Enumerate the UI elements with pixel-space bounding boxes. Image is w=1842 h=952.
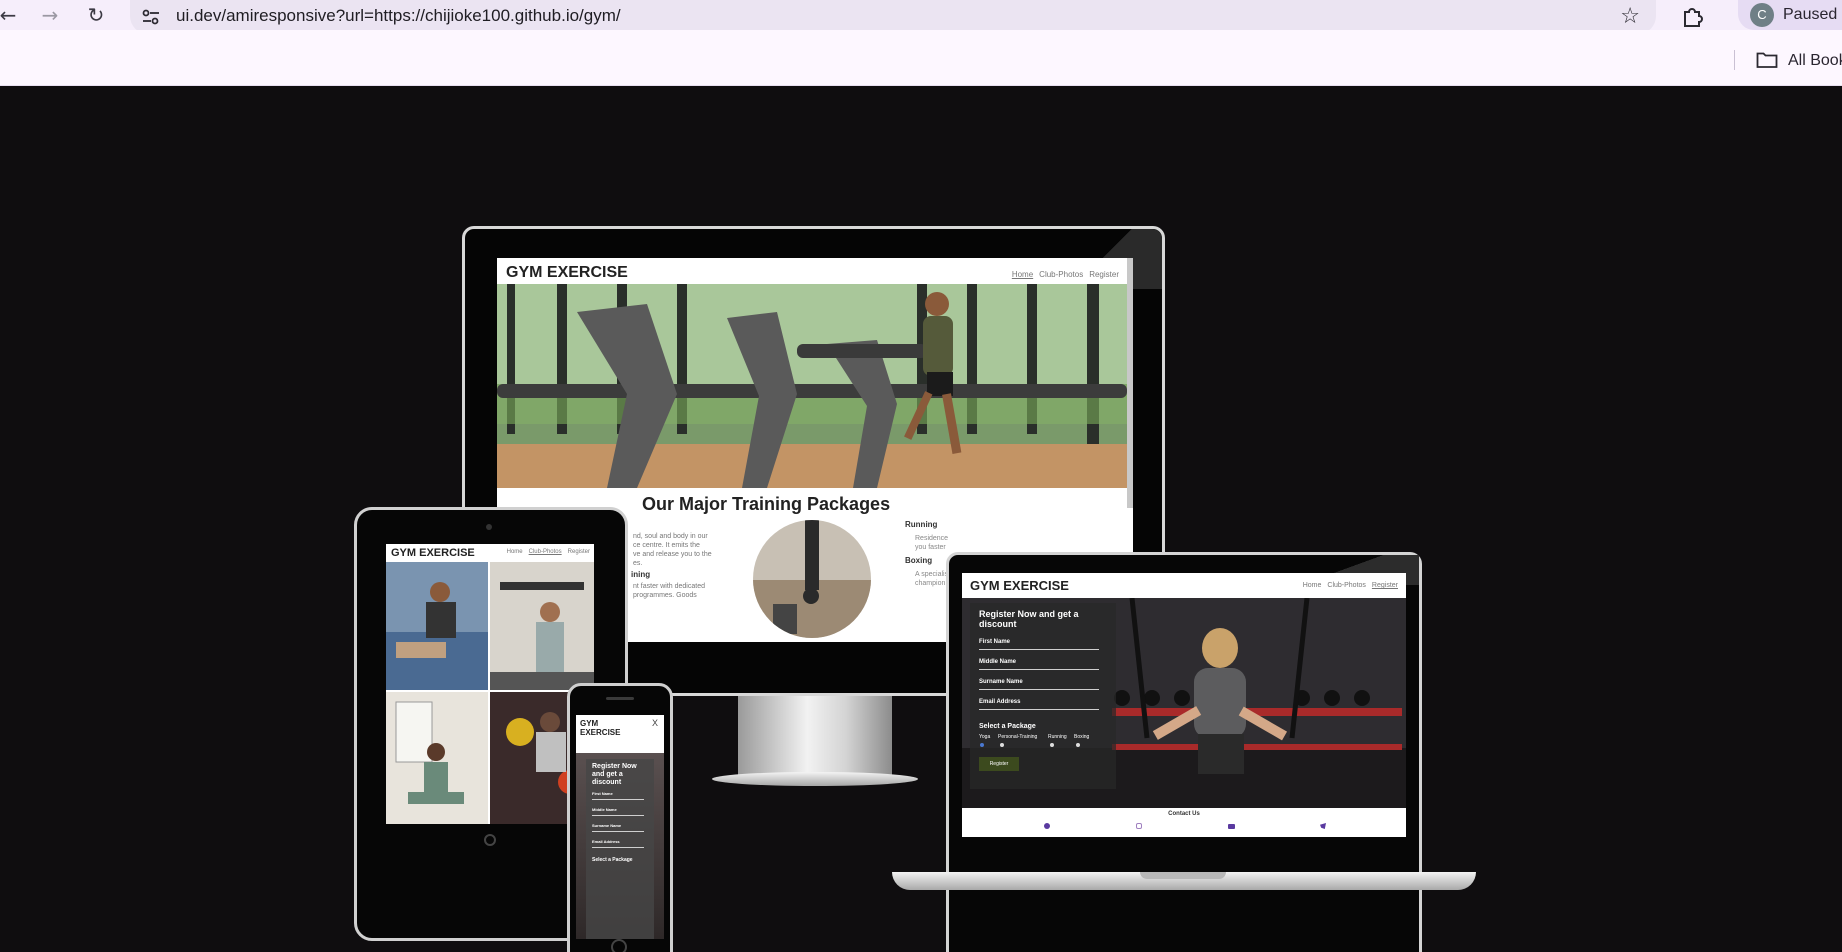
boxing-text: A specialis champion xyxy=(915,571,949,587)
label-surname: Surname Name xyxy=(979,679,1023,685)
phone-label-middle-name: Middle Name xyxy=(592,807,617,812)
package-running: Running xyxy=(905,520,938,529)
url-text[interactable]: ui.dev/amiresponsive?url=https://chijiok… xyxy=(176,6,621,26)
phone-label-email: Email Address xyxy=(592,839,620,844)
laptop-site-title: GYM EXERCISE xyxy=(970,578,1069,593)
label-first-name: First Name xyxy=(979,639,1011,645)
tablet-nav: Home Club-Photos Register xyxy=(506,549,590,555)
input-surname[interactable] xyxy=(979,689,1099,690)
phone-input-email[interactable] xyxy=(592,847,644,848)
phone-site-title: GYM EXERCISE xyxy=(580,719,621,737)
package-boxing: Boxing xyxy=(905,556,933,565)
close-icon[interactable]: X xyxy=(652,718,658,728)
facebook-icon[interactable] xyxy=(1044,823,1050,829)
phone-label-first-name: First Name xyxy=(592,791,613,796)
input-first-name[interactable] xyxy=(979,649,1099,650)
radio-personal-training[interactable] xyxy=(1000,743,1004,747)
contact-us-heading: Contact Us xyxy=(1168,811,1200,817)
register-submit-button[interactable]: Register xyxy=(979,757,1019,771)
club-photo-3 xyxy=(386,692,488,824)
address-bar[interactable]: ui.dev/amiresponsive?url=https://chijiok… xyxy=(130,0,1656,34)
nav-register[interactable]: Register xyxy=(1089,270,1119,279)
phone-label-surname: Surname Name xyxy=(592,823,622,828)
label-middle-name: Middle Name xyxy=(979,659,1017,665)
section-title: Our Major Training Packages xyxy=(642,494,891,514)
scrollbar[interactable] xyxy=(1127,258,1133,508)
instagram-icon[interactable] xyxy=(1136,823,1142,829)
site-info-icon[interactable] xyxy=(140,6,162,28)
package-text-left-2: nt faster with dedicated programmes. Goo… xyxy=(633,583,705,599)
tablet-home-button[interactable] xyxy=(484,834,496,846)
bookmarks-divider xyxy=(1734,50,1735,70)
tablet-screen: GYM EXERCISE Home Club-Photos Register xyxy=(386,544,594,824)
running-text: Residence you faster xyxy=(915,535,949,551)
profile-status: Paused xyxy=(1783,6,1838,23)
select-package-label: Select a Package xyxy=(979,723,1036,730)
extensions-icon[interactable] xyxy=(1680,3,1706,29)
back-icon[interactable]: ← xyxy=(0,3,20,27)
phone-screen: GYM EXERCISE X Register Now and get a disco… xyxy=(576,715,664,939)
option-yoga[interactable]: Yoga xyxy=(979,734,990,740)
tablet-camera xyxy=(486,524,492,530)
forward-icon[interactable]: → xyxy=(38,3,62,27)
form-heading: Register Now and get a discount xyxy=(979,609,1079,629)
hero-image xyxy=(497,284,1127,488)
option-personal-training[interactable]: Personal-Training xyxy=(998,734,1037,740)
input-email[interactable] xyxy=(979,709,1099,710)
site-nav: Home Club-Photos Register xyxy=(1006,270,1119,279)
phone-select-package-label: Select a Package xyxy=(592,857,633,863)
all-bookmarks-label[interactable]: All Book xyxy=(1788,52,1842,70)
twitter-icon[interactable] xyxy=(1320,823,1326,829)
radio-running[interactable] xyxy=(1050,743,1054,747)
club-photo-2 xyxy=(490,562,594,690)
responsive-preview: GYM EXERCISE Home Club-Photos Register O… xyxy=(0,86,1842,952)
phone-home-button[interactable] xyxy=(611,939,627,952)
monitor-stand xyxy=(738,696,892,776)
nav-club-photos[interactable]: Club-Photos xyxy=(1039,270,1083,279)
bookmark-star-icon[interactable]: ☆ xyxy=(1620,4,1640,29)
monitor-base xyxy=(712,772,918,786)
bookmarks-bar xyxy=(0,30,1842,86)
package-heading-left: ining xyxy=(631,570,651,579)
youtube-icon[interactable] xyxy=(1228,824,1235,829)
laptop-nav: Home Club-Photos Register xyxy=(1302,582,1398,589)
phone-speaker xyxy=(606,697,634,700)
profile-button[interactable]: C Paused xyxy=(1738,0,1842,30)
laptop-notch xyxy=(1140,872,1226,879)
phone-input-surname[interactable] xyxy=(592,831,644,832)
input-middle-name[interactable] xyxy=(979,669,1099,670)
reload-icon[interactable]: ↻ xyxy=(84,3,108,27)
phone-input-middle-name[interactable] xyxy=(592,815,644,816)
option-running[interactable]: Running xyxy=(1048,734,1067,740)
tablet-site-title: GYM EXERCISE xyxy=(391,547,475,559)
package-text-left: nd, soul and body in our ce centre. It e… xyxy=(633,533,712,567)
site-title: GYM EXERCISE xyxy=(506,264,628,281)
nav-home[interactable]: Home xyxy=(1012,270,1033,279)
register-form: Register Now and get a discount First Na… xyxy=(970,603,1116,789)
radio-boxing[interactable] xyxy=(1076,743,1080,747)
club-photo-1 xyxy=(386,562,488,690)
avatar: C xyxy=(1750,3,1774,27)
phone-form-heading: Register Now and get a discount xyxy=(592,763,637,786)
folder-icon[interactable] xyxy=(1756,51,1778,69)
label-email: Email Address xyxy=(979,699,1021,705)
yoga-circle-image xyxy=(753,520,871,638)
phone-input-first-name[interactable] xyxy=(592,799,644,800)
radio-yoga[interactable] xyxy=(980,743,984,747)
laptop-screen: GYM EXERCISE Home Club-Photos Register R… xyxy=(962,573,1406,837)
option-boxing[interactable]: Boxing xyxy=(1074,734,1089,740)
